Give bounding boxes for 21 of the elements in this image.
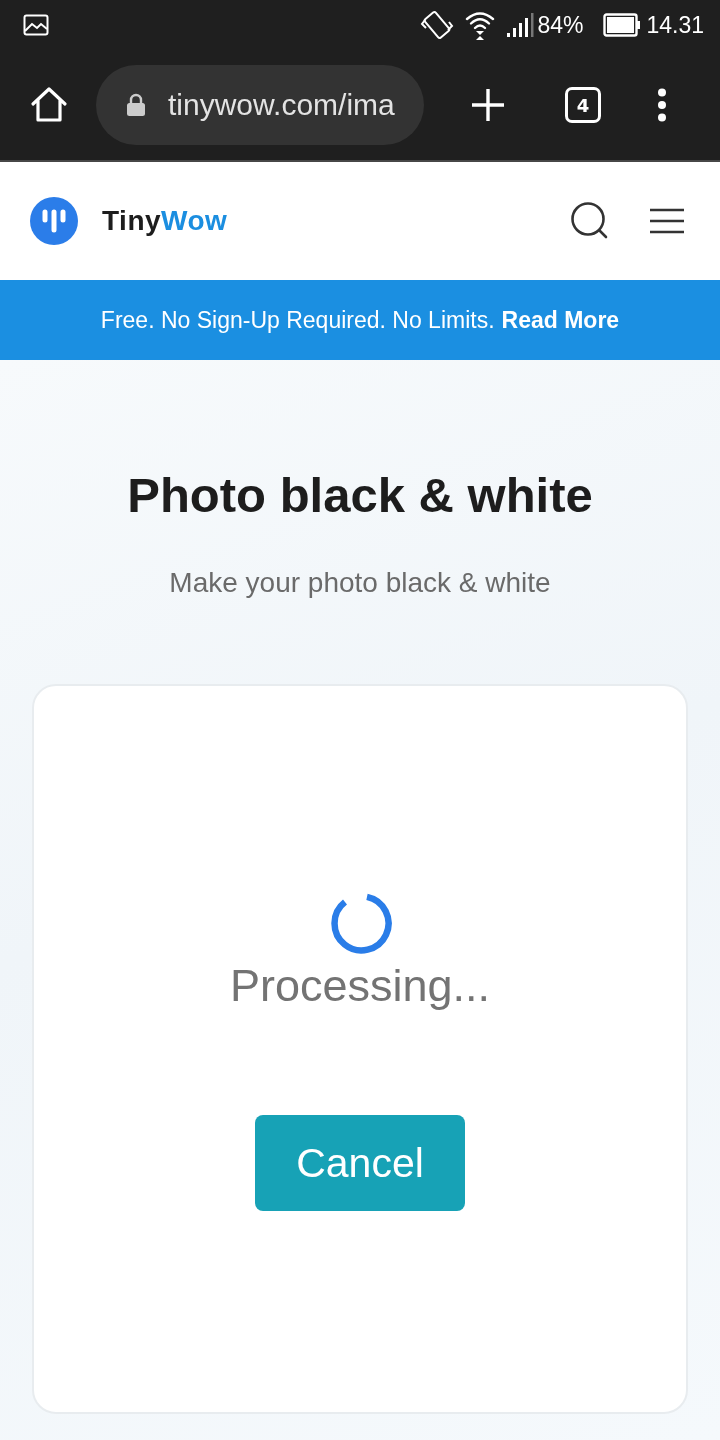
- wifi-icon: [464, 9, 497, 41]
- search-icon[interactable]: [570, 201, 610, 241]
- more-menu-icon[interactable]: [657, 88, 667, 122]
- brand-name[interactable]: TinyWow: [102, 205, 228, 237]
- image-notification-icon: [23, 14, 49, 36]
- home-icon[interactable]: [30, 86, 68, 124]
- processing-status: Processing...: [229, 959, 491, 1013]
- address-field[interactable]: tinywow.com/ima: [96, 65, 424, 145]
- vibrate-icon: [420, 8, 455, 42]
- clock-time: 14.31: [646, 11, 704, 39]
- logo-icon[interactable]: [30, 197, 78, 245]
- menu-icon[interactable]: [650, 208, 684, 234]
- page-subtitle: Make your photo black & white: [169, 566, 551, 600]
- lock-icon: [126, 93, 146, 117]
- battery-percent: 84%: [537, 11, 584, 39]
- new-tab-plus-icon[interactable]: [471, 88, 505, 122]
- page-title: Photo black & white: [127, 467, 593, 524]
- signal-icon: [506, 12, 535, 38]
- banner-text: Free. No Sign-Up Required. No Limits.: [100, 306, 495, 334]
- battery-icon: [603, 13, 642, 37]
- tab-switcher-button[interactable]: 4: [565, 87, 601, 123]
